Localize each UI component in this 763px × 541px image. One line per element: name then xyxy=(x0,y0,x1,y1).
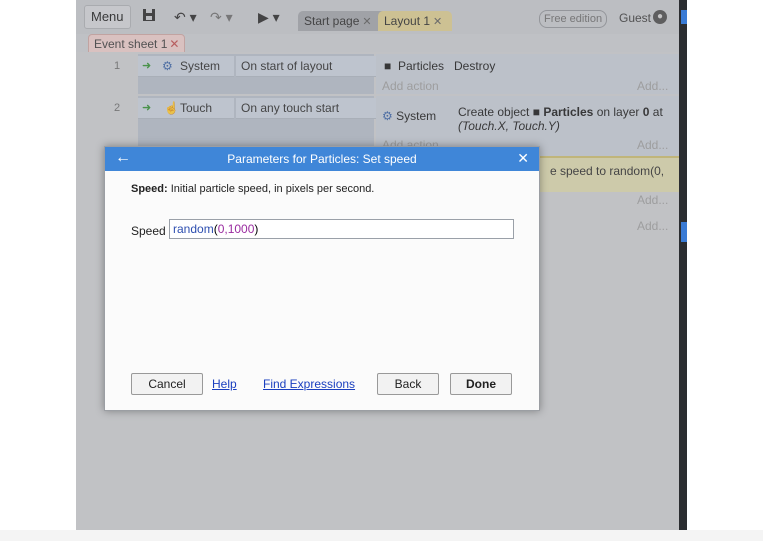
speed-input[interactable]: random(0,1000) xyxy=(169,219,514,239)
parameters-dialog: ← Parameters for Particles: Set speed ✕ … xyxy=(104,146,540,411)
description-text: Initial particle speed, in pixels per se… xyxy=(170,183,375,195)
find-expressions-link[interactable]: Find Expressions xyxy=(263,377,355,391)
dialog-title: Parameters for Particles: Set speed xyxy=(227,152,417,166)
back-button[interactable]: Back xyxy=(377,373,439,395)
dialog-titlebar: ← Parameters for Particles: Set speed ✕ xyxy=(105,147,539,171)
parameter-description: Speed: Initial particle speed, in pixels… xyxy=(131,183,374,195)
panel-marker xyxy=(681,10,687,24)
close-icon[interactable]: ✕ xyxy=(517,150,529,167)
cancel-button[interactable]: Cancel xyxy=(131,373,203,395)
right-panel-edge xyxy=(679,0,687,530)
expression-function: random xyxy=(173,222,214,236)
description-label: Speed: xyxy=(131,183,168,195)
panel-marker xyxy=(681,222,687,242)
done-button[interactable]: Done xyxy=(450,373,512,395)
expression-args: 0,1000 xyxy=(217,222,255,236)
expression-paren-close: ) xyxy=(254,222,259,236)
speed-label: Speed xyxy=(131,224,166,238)
bottom-bar xyxy=(0,530,763,541)
help-link[interactable]: Help xyxy=(212,377,237,391)
